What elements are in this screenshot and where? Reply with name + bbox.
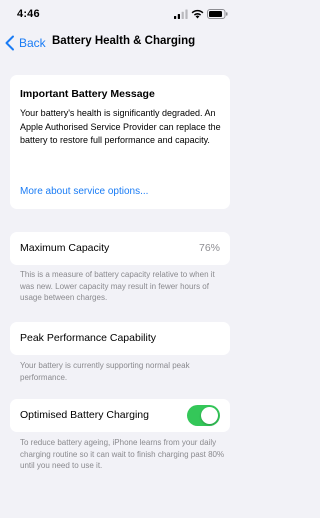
message-body: Your battery's health is significantly d… [20, 108, 221, 146]
battery-message-card: Important Battery Message Your battery's… [10, 75, 230, 209]
maximum-capacity-label: Maximum Capacity [20, 242, 110, 254]
status-time: 4:46 [17, 8, 40, 20]
battery-icon [207, 9, 228, 19]
peak-performance-row: Peak Performance Capability [10, 322, 230, 355]
maximum-capacity-value: 76% [198, 242, 220, 254]
navigation-bar: Back Battery Health & Charging [0, 30, 240, 56]
optimised-charging-row: Optimised Battery Charging [10, 399, 230, 432]
peak-performance-footnote: Your battery is currently supporting nor… [20, 361, 190, 382]
toggle-knob [201, 407, 218, 424]
peak-performance-label: Peak Performance Capability [20, 332, 156, 344]
signal-icon [174, 9, 188, 19]
service-options-link[interactable]: More about service options... [20, 186, 148, 197]
status-bar: 4:46 [0, 0, 240, 28]
maximum-capacity-row: Maximum Capacity 76% [10, 232, 230, 265]
back-button[interactable]: Back [4, 33, 46, 53]
message-title: Important Battery Message [20, 88, 155, 100]
optimised-charging-label: Optimised Battery Charging [20, 409, 149, 421]
wifi-icon [191, 9, 204, 19]
optimised-charging-toggle[interactable] [187, 405, 220, 426]
maximum-capacity-footnote: This is a measure of battery capacity re… [20, 270, 215, 302]
chevron-left-icon [5, 35, 14, 51]
page-title: Battery Health & Charging [52, 35, 196, 47]
back-button-label: Back [19, 36, 46, 50]
optimised-charging-footnote: To reduce battery ageing, iPhone learns … [20, 438, 225, 470]
